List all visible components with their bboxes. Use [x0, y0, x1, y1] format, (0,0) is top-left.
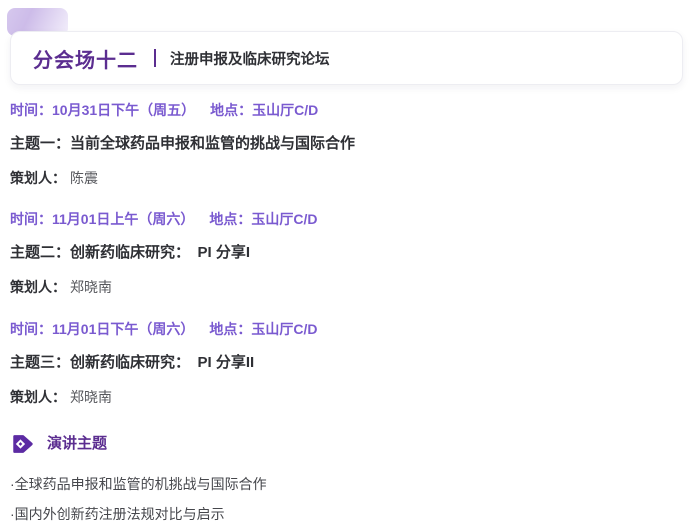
- speech-topics-heading: 演讲主题: [12, 433, 107, 455]
- session-planner-row: 策划人：陈震: [10, 168, 683, 188]
- session-time-row: 时间：10月31日下午（周五） 地点：玉山厅C/D: [10, 100, 683, 120]
- title-separator: [154, 49, 156, 67]
- speech-topic-item: ·全球药品申报和监管的机挑战与国际合作: [10, 474, 683, 494]
- location-value: 玉山厅C/D: [252, 102, 318, 118]
- arrow-right-diamond-icon: [12, 433, 34, 455]
- session-block-3: 时间：11月01日下午（周六） 地点：玉山厅C/D 主题三：创新药临床研究： PI…: [10, 319, 683, 421]
- planner-name: 郑晓南: [70, 279, 112, 295]
- session-topic-row: 主题一：当前全球药品申报和监管的挑战与国际合作: [10, 134, 683, 154]
- session-block-2: 时间：11月01日上午（周六） 地点：玉山厅C/D 主题二：创新药临床研究： PI…: [10, 209, 683, 311]
- topic-value: 创新药临床研究： PI 分享II: [70, 354, 254, 371]
- topic-label: 主题二：: [10, 244, 70, 261]
- forum-header-card: 分会场十二 注册申报及临床研究论坛: [10, 31, 683, 85]
- time-value: 10月31日下午（周五）: [52, 102, 195, 118]
- session-topic-row: 主题三：创新药临床研究： PI 分享II: [10, 353, 683, 373]
- time-label: 时间：: [10, 211, 52, 227]
- session-planner-row: 策划人：郑晓南: [10, 387, 683, 407]
- time-value: 11月01日上午（周六）: [52, 211, 194, 227]
- session-block-1: 时间：10月31日下午（周五） 地点：玉山厅C/D 主题一：当前全球药品申报和监管…: [10, 100, 683, 202]
- planner-label: 策划人：: [10, 279, 66, 295]
- speech-topics-title: 演讲主题: [47, 433, 107, 455]
- topic-label: 主题三：: [10, 354, 70, 371]
- forum-title: 注册申报及临床研究论坛: [170, 48, 330, 69]
- location-value: 玉山厅C/D: [251, 321, 317, 337]
- planner-label: 策划人：: [10, 170, 66, 186]
- topic-value: 创新药临床研究： PI 分享I: [70, 244, 250, 261]
- planner-name: 陈震: [70, 170, 98, 186]
- session-topic-row: 主题二：创新药临床研究： PI 分享I: [10, 243, 683, 263]
- session-number: 分会场十二: [33, 44, 138, 73]
- location-label: 地点：: [209, 211, 251, 227]
- topic-label: 主题一：: [10, 135, 70, 152]
- time-label: 时间：: [10, 102, 52, 118]
- session-time-row: 时间：11月01日下午（周六） 地点：玉山厅C/D: [10, 319, 683, 339]
- planner-label: 策划人：: [10, 389, 66, 405]
- session-planner-row: 策划人：郑晓南: [10, 277, 683, 297]
- time-value: 11月01日下午（周六）: [52, 321, 194, 337]
- topic-value: 当前全球药品申报和监管的挑战与国际合作: [70, 135, 355, 152]
- planner-name: 郑晓南: [70, 389, 112, 405]
- location-label: 地点：: [209, 321, 251, 337]
- session-time-row: 时间：11月01日上午（周六） 地点：玉山厅C/D: [10, 209, 683, 229]
- location-value: 玉山厅C/D: [251, 211, 317, 227]
- location-label: 地点：: [210, 102, 252, 118]
- speech-topic-item: ·国内外创新药注册法规对比与启示: [10, 504, 683, 524]
- time-label: 时间：: [10, 321, 52, 337]
